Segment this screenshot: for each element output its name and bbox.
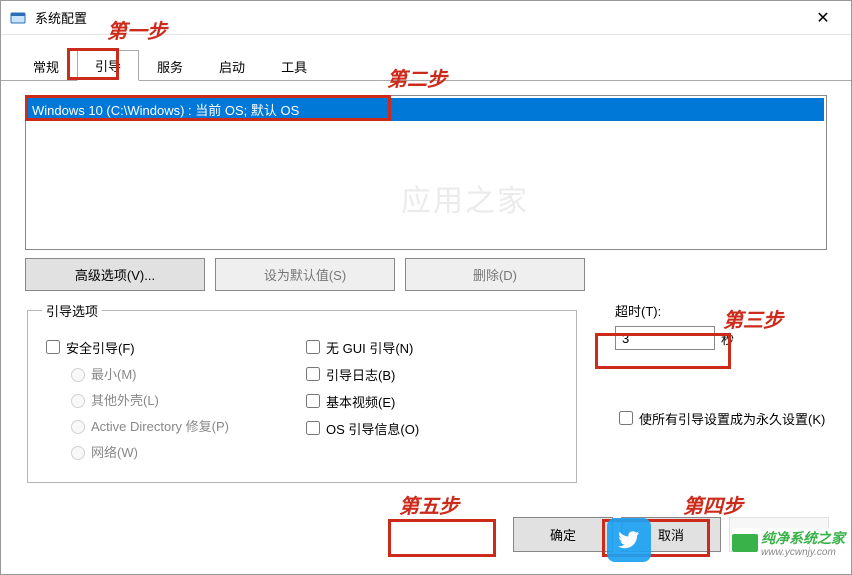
- anno-text-step4: 第四步: [683, 490, 743, 519]
- base-video-checkbox[interactable]: 基本视频(E): [302, 391, 562, 411]
- boot-log-label: 引导日志(B): [326, 365, 395, 384]
- window-title: 系统配置: [35, 8, 87, 27]
- timeout-input[interactable]: [615, 326, 715, 350]
- boot-options-group: 引导选项 安全引导(F) 最小(M) 其他外壳(L) Active Direct…: [27, 301, 577, 483]
- safe-boot-ad-radio: Active Directory 修复(P): [66, 416, 302, 435]
- tab-strip: 常规 引导 服务 启动 工具: [1, 50, 851, 81]
- safe-boot-net-radio: 网络(W): [66, 442, 302, 461]
- boot-options-legend: 引导选项: [42, 301, 102, 320]
- os-info-label: OS 引导信息(O): [326, 419, 419, 438]
- timeout-label: 超时(T):: [615, 301, 827, 320]
- brand-logo-icon: [732, 534, 758, 552]
- os-info-checkbox[interactable]: OS 引导信息(O): [302, 418, 562, 438]
- app-icon: [9, 9, 27, 27]
- close-button[interactable]: ✕: [803, 4, 843, 32]
- delete-button: 删除(D): [405, 258, 585, 291]
- tab-tools[interactable]: 工具: [263, 51, 325, 81]
- anno-box-step5: [388, 519, 496, 557]
- tab-boot[interactable]: 引导: [77, 50, 139, 81]
- safe-boot-altshell-radio: 其他外壳(L): [66, 390, 302, 409]
- os-listbox[interactable]: Windows 10 (C:\Windows) : 当前 OS; 默认 OS: [25, 95, 827, 250]
- timeout-unit: 秒: [721, 329, 734, 348]
- anno-text-step5: 第五步: [399, 490, 459, 519]
- bird-watermark-icon: [607, 518, 651, 562]
- base-video-label: 基本视频(E): [326, 392, 395, 411]
- ok-button[interactable]: 确定: [513, 517, 613, 552]
- boot-button-row: 高级选项(V)... 设为默认值(S) 删除(D): [25, 258, 827, 291]
- permanent-settings-label: 使所有引导设置成为永久设置(K): [639, 409, 825, 428]
- tab-general[interactable]: 常规: [15, 51, 77, 81]
- safe-boot-checkbox[interactable]: 安全引导(F): [42, 337, 302, 357]
- set-default-button: 设为默认值(S): [215, 258, 395, 291]
- brand-url: www.ycwnjy.com: [761, 547, 845, 558]
- safe-boot-altshell-label: 其他外壳(L): [91, 390, 159, 409]
- tab-services[interactable]: 服务: [139, 51, 201, 81]
- safe-boot-min-label: 最小(M): [91, 364, 137, 383]
- os-list-item[interactable]: Windows 10 (C:\Windows) : 当前 OS; 默认 OS: [28, 98, 824, 121]
- timeout-column: 超时(T): 秒 使所有引导设置成为永久设置(K): [615, 301, 827, 483]
- brand-watermark: 纯净系统之家 www.ycwnjy.com: [732, 528, 845, 558]
- tab-startup[interactable]: 启动: [201, 51, 263, 81]
- safe-boot-min-radio: 最小(M): [66, 364, 302, 383]
- permanent-settings-checkbox[interactable]: 使所有引导设置成为永久设置(K): [615, 408, 827, 428]
- brand-name: 纯净系统之家: [761, 530, 845, 546]
- boot-log-checkbox[interactable]: 引导日志(B): [302, 364, 562, 384]
- no-gui-label: 无 GUI 引导(N): [326, 338, 413, 357]
- safe-boot-label: 安全引导(F): [66, 338, 135, 357]
- advanced-options-button[interactable]: 高级选项(V)...: [25, 258, 205, 291]
- safe-boot-ad-label: Active Directory 修复(P): [91, 416, 229, 435]
- safe-boot-net-label: 网络(W): [91, 442, 138, 461]
- no-gui-checkbox[interactable]: 无 GUI 引导(N): [302, 337, 562, 357]
- tab-content: Windows 10 (C:\Windows) : 当前 OS; 默认 OS 高…: [1, 81, 851, 493]
- titlebar: 系统配置 ✕: [1, 1, 851, 35]
